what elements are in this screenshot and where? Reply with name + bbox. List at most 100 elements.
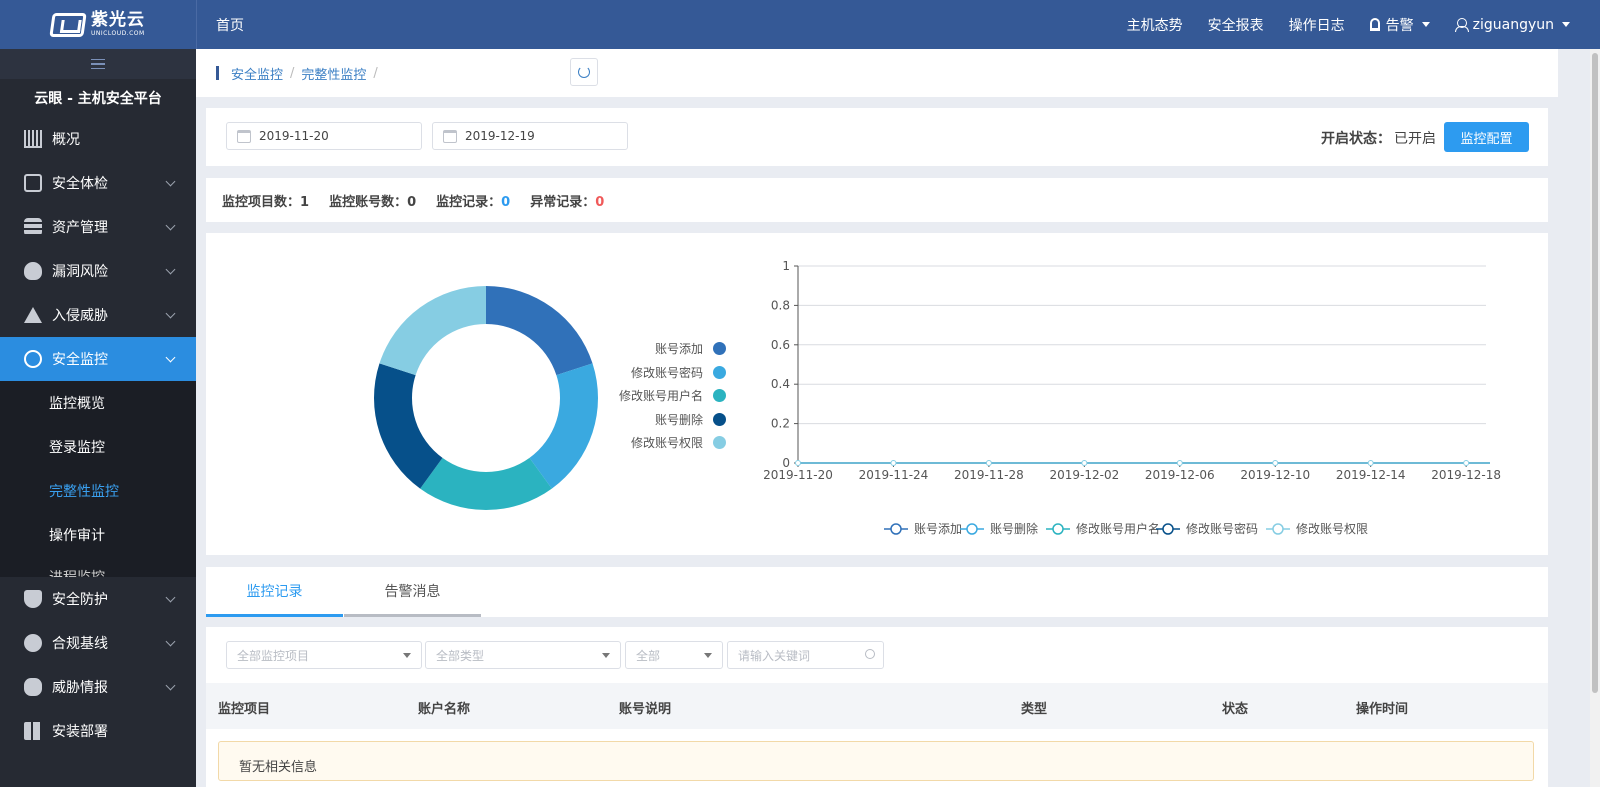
chevron-down-icon [403, 653, 411, 658]
status-value: 已开启 [1394, 131, 1436, 147]
donut-slice[interactable] [420, 457, 552, 510]
sidebar-subitem-monitor-overview[interactable]: 监控概览 [0, 381, 196, 425]
chevron-down-icon [704, 653, 712, 658]
donut-chart [374, 286, 598, 510]
data-point[interactable] [1463, 460, 1470, 466]
charts-panel: 账号添加 修改账号密码 修改账号用户名 账号删除 修改账号权限 0 0.2 0.4 0.6 0.… [206, 233, 1548, 555]
user-icon [1454, 18, 1469, 32]
donut-slice[interactable] [486, 286, 593, 376]
alarm-dropdown[interactable]: 告警 [1369, 15, 1430, 35]
refresh-button[interactable] [570, 58, 598, 86]
monitor-item-select[interactable]: 全部监控项目 [226, 641, 422, 669]
start-date-input[interactable]: 2019-11-20 [226, 122, 422, 150]
sidebar-item-baseline[interactable]: 合规基线 [0, 621, 196, 665]
data-point[interactable] [795, 460, 801, 466]
legend-marker [713, 412, 726, 426]
table-header: 监控项目 账户名称 账号说明 类型 状态 操作时间 [206, 683, 1548, 729]
status-select[interactable]: 全部 [625, 641, 723, 669]
sidebar-item-assets[interactable]: 资产管理 [0, 205, 196, 249]
column-header[interactable]: 监控项目 [218, 698, 270, 717]
sidebar-item-overview[interactable]: 概况 [0, 117, 196, 161]
end-date-input[interactable]: 2019-12-19 [432, 122, 628, 150]
home-link[interactable]: 首页 [216, 15, 244, 35]
operation-log-link[interactable]: 操作日志 [1289, 15, 1345, 35]
deploy-icon [24, 722, 42, 740]
status-label: 开启状态： [1321, 131, 1391, 147]
donut-legend: 账号添加 修改账号密码 修改账号用户名 账号删除 修改账号权限 [601, 337, 726, 455]
sidebar-item-label: 安装部署 [52, 724, 108, 740]
sidebar-subitem-process-monitor[interactable]: 进程监控 [0, 557, 196, 577]
breadcrumb-item-security-monitor[interactable]: 安全监控 [231, 64, 283, 83]
breadcrumb-item-integrity-monitor[interactable]: 完整性监控 [301, 64, 366, 83]
chevron-down-icon [165, 308, 176, 319]
end-date-value: 2019-12-19 [465, 129, 535, 143]
donut-legend-item[interactable]: 修改账号用户名 [601, 384, 726, 408]
sidebar-item-protection[interactable]: 安全防护 [0, 577, 196, 621]
column-header[interactable]: 账户名称 [418, 698, 470, 717]
database-icon [24, 218, 42, 236]
line-legend-item[interactable]: 修改账号密码 [1156, 521, 1258, 536]
sidebar-item-checkup[interactable]: 安全体检 [0, 161, 196, 205]
line-legend-item[interactable]: 账号添加 [884, 522, 962, 536]
tab-monitor-records[interactable]: 监控记录 [206, 567, 343, 617]
legend-marker [713, 389, 726, 403]
main-content: 安全监控 / 完整性监控 / 2019-11-20 2019-12-19 开启状… [196, 49, 1558, 787]
donut-legend-item[interactable]: 账号添加 [601, 337, 726, 361]
data-point[interactable] [1081, 460, 1088, 466]
sidebar-subitem-login-monitor[interactable]: 登录监控 [0, 425, 196, 469]
user-dropdown[interactable]: ziguangyun [1454, 17, 1570, 33]
legend-label: 修改账号权限 [1296, 521, 1368, 536]
data-point[interactable] [1176, 460, 1183, 466]
sidebar-item-label: 威胁情报 [52, 680, 108, 696]
line-legend-item[interactable]: 账号删除 [960, 521, 1038, 536]
stat-items: 监控项目数：1 [222, 194, 310, 210]
x-tick-label: 2019-11-28 [954, 468, 1024, 482]
sidebar-subitem-integrity-monitor[interactable]: 完整性监控 [0, 469, 196, 513]
records-tabs: 监控记录 告警消息 [206, 567, 1548, 617]
logo[interactable]: 紫光云 UNICLOUD.COM [0, 0, 196, 49]
sidebar-collapse-button[interactable] [0, 49, 196, 79]
chevron-down-icon [165, 220, 176, 231]
column-header[interactable]: 状态 [1222, 698, 1248, 717]
data-point[interactable] [1272, 460, 1279, 466]
start-date-value: 2019-11-20 [259, 129, 329, 143]
stat-records: 监控记录：0 [436, 194, 511, 210]
chevron-down-icon [165, 264, 176, 275]
scrollbar-thumb[interactable] [1592, 53, 1598, 693]
security-report-link[interactable]: 安全报表 [1208, 15, 1264, 35]
line-chart: 00.20.40.60.812019-11-20 2019-11-24 2019-1… [763, 259, 1501, 536]
donut-slice[interactable] [529, 363, 598, 489]
data-point[interactable] [985, 460, 992, 466]
donut-legend-item[interactable]: 账号删除 [601, 408, 726, 432]
legend-marker [713, 436, 726, 450]
monitor-config-button[interactable]: 监控配置 [1444, 122, 1529, 152]
sidebar-subitem-operation-audit[interactable]: 操作审计 [0, 513, 196, 557]
sidebar-item-deploy[interactable]: 安装部署 [0, 709, 196, 753]
column-header[interactable]: 账号说明 [619, 698, 671, 717]
x-tick-label: 2019-12-14 [1336, 468, 1406, 482]
donut-legend-item[interactable]: 修改账号权限 [601, 431, 726, 455]
sidebar-item-label: 资产管理 [52, 220, 108, 236]
donut-slice[interactable] [379, 286, 486, 376]
top-divider [196, 0, 197, 49]
stats-panel: 监控项目数：1 监控账号数：0 监控记录：0 异常记录：0 [206, 178, 1548, 222]
sidebar-item-label: 安全监控 [52, 352, 108, 368]
checkup-icon [24, 174, 42, 192]
data-point[interactable] [1367, 460, 1374, 466]
sidebar-item-threat-intel[interactable]: 威胁情报 [0, 665, 196, 709]
page-scrollbar[interactable] [1590, 49, 1600, 787]
line-legend-item[interactable]: 修改账号用户名 [1046, 521, 1160, 536]
donut-legend-item[interactable]: 修改账号密码 [601, 361, 726, 385]
host-status-link[interactable]: 主机态势 [1127, 15, 1183, 35]
type-select[interactable]: 全部类型 [425, 641, 621, 669]
column-header[interactable]: 类型 [1021, 698, 1047, 717]
donut-slice[interactable] [374, 363, 443, 489]
sidebar-item-security-monitor[interactable]: 安全监控 [0, 337, 196, 381]
sidebar-item-vulnerability[interactable]: 漏洞风险 [0, 249, 196, 293]
line-legend-item[interactable]: 修改账号权限 [1266, 521, 1368, 536]
sidebar-item-intrusion[interactable]: 入侵威胁 [0, 293, 196, 337]
column-header[interactable]: 操作时间 [1356, 698, 1408, 717]
keyword-search-input[interactable]: 请输入关键词 [727, 641, 884, 669]
tab-alarm-messages[interactable]: 告警消息 [344, 567, 481, 617]
data-point[interactable] [890, 460, 897, 466]
